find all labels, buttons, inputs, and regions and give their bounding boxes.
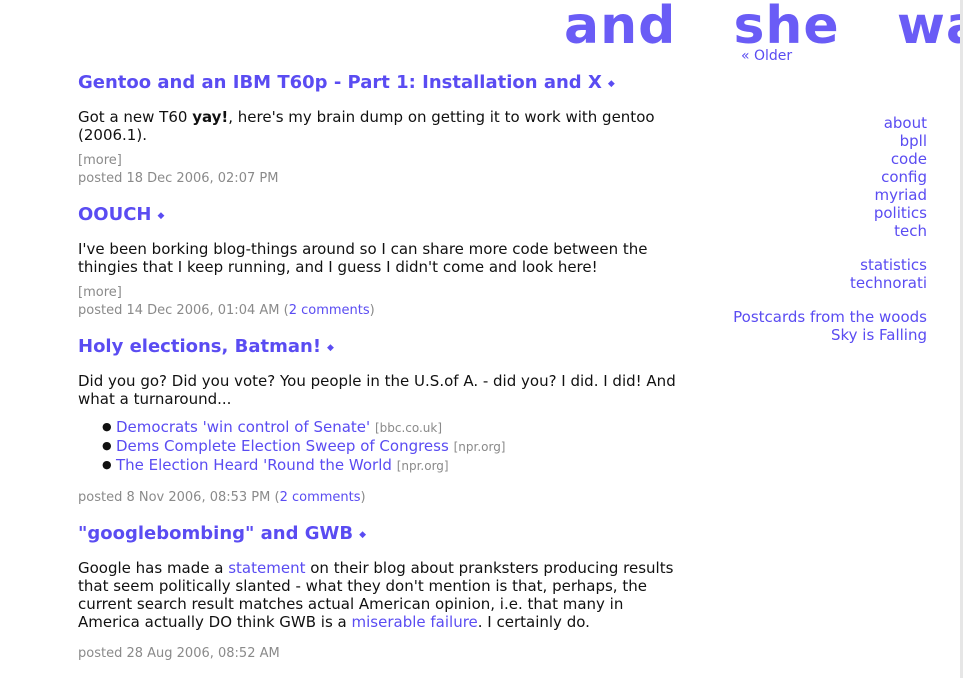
- post-body-text: Google has made a: [78, 559, 229, 577]
- post-meta-close: ): [369, 303, 375, 318]
- sidebar-item-bpll[interactable]: bpll: [733, 132, 927, 150]
- post-body: I've been borking blog-things around so …: [78, 240, 648, 276]
- blogroll-link[interactable]: Postcards from the woods: [733, 308, 927, 326]
- post-meta: posted 8 Nov 2006, 08:53 PM (2 comments): [78, 489, 688, 507]
- permalink-icon[interactable]: ◆: [327, 343, 334, 353]
- sidebar-item-tech[interactable]: tech: [733, 222, 927, 240]
- post: Gentoo and an IBM T60p - Part 1: Install…: [78, 68, 688, 188]
- older-posts-link[interactable]: « Older: [741, 48, 792, 64]
- news-source: [bbc.co.uk]: [374, 421, 443, 435]
- post-date: posted 18 Dec 2006, 02:07 PM: [78, 171, 279, 186]
- post-body: Did you go? Did you vote? You people in …: [78, 372, 676, 408]
- logo-word-was: was: [896, 0, 963, 56]
- more-link[interactable]: [more]: [78, 284, 688, 302]
- sidebar-item-statistics[interactable]: statistics: [733, 256, 927, 274]
- post-body-text: . I certainly do.: [477, 613, 590, 631]
- sidebar-item-code[interactable]: code: [733, 150, 927, 168]
- more-link[interactable]: [more]: [78, 152, 688, 170]
- bullet-icon: ●: [102, 458, 112, 471]
- news-link[interactable]: Dems Complete Election Sweep of Congress: [116, 437, 449, 455]
- post-meta: posted 28 Aug 2006, 08:52 AM: [78, 645, 688, 663]
- post-body-text: Got a new T60: [78, 108, 193, 126]
- sidebar-sections: about bpll code config myriad politics t…: [733, 114, 927, 240]
- post-date: posted 8 Nov 2006, 08:53 PM (: [78, 490, 280, 505]
- sidebar-item-config[interactable]: config: [733, 168, 927, 186]
- post-meta: posted 14 Dec 2006, 01:04 AM (2 comments…: [78, 302, 688, 320]
- miserable-failure-link[interactable]: miserable failure: [352, 613, 478, 631]
- sidebar-item-politics[interactable]: politics: [733, 204, 927, 222]
- list-item: ● Democrats 'win control of Senate' [bbc.…: [102, 418, 688, 437]
- logo-word-and: and: [564, 0, 677, 56]
- post-title-link[interactable]: Gentoo and an IBM T60p - Part 1: Install…: [78, 68, 602, 98]
- post-title-link[interactable]: OOUCH: [78, 200, 152, 230]
- page: and she was « Older Gentoo and an IBM T6…: [0, 0, 963, 678]
- list-item: ● The Election Heard 'Round the World [np…: [102, 456, 688, 475]
- sidebar-item-myriad[interactable]: myriad: [733, 186, 927, 204]
- sidebar-item-about[interactable]: about: [733, 114, 927, 132]
- post-title-link[interactable]: "googlebombing" and GWB: [78, 519, 353, 549]
- permalink-icon[interactable]: ◆: [158, 211, 165, 221]
- comments-link[interactable]: 2 comments: [289, 303, 370, 318]
- post-meta-close: ): [360, 490, 366, 505]
- news-link[interactable]: The Election Heard 'Round the World: [116, 456, 392, 474]
- post-date: posted 14 Dec 2006, 01:04 AM (: [78, 303, 289, 318]
- bullet-icon: ●: [102, 420, 112, 433]
- post-body: Got a new T60 yay!, here's my brain dump…: [78, 108, 688, 144]
- statement-link[interactable]: statement: [228, 559, 305, 577]
- post: "googlebombing" and GWB ◆ Google has made…: [78, 519, 688, 663]
- sidebar: about bpll code config myriad politics t…: [733, 114, 927, 360]
- sidebar-blogroll: Postcards from the woods Sky is Falling: [733, 308, 927, 344]
- news-source: [npr.org]: [453, 440, 506, 454]
- post-body-bold: yay!: [192, 108, 229, 126]
- list-item: ● Dems Complete Election Sweep of Congres…: [102, 437, 688, 456]
- post-list: Gentoo and an IBM T60p - Part 1: Install…: [78, 68, 688, 675]
- permalink-icon[interactable]: ◆: [359, 530, 366, 540]
- news-link[interactable]: Democrats 'win control of Senate': [116, 418, 370, 436]
- blogroll-link[interactable]: Sky is Falling: [733, 326, 927, 344]
- bullet-icon: ●: [102, 439, 112, 452]
- sidebar-stats: statistics technorati: [733, 256, 927, 292]
- post-title-link[interactable]: Holy elections, Batman!: [78, 332, 321, 362]
- comments-link[interactable]: 2 comments: [280, 490, 361, 505]
- sidebar-item-technorati[interactable]: technorati: [733, 274, 927, 292]
- post-date: posted 28 Aug 2006, 08:52 AM: [78, 646, 280, 661]
- news-link-list: ● Democrats 'win control of Senate' [bbc.…: [78, 418, 688, 475]
- post: Holy elections, Batman! ◆ Did you go? Did…: [78, 332, 688, 507]
- news-source: [npr.org]: [396, 459, 449, 473]
- permalink-icon[interactable]: ◆: [608, 79, 615, 89]
- post-body: Google has made a statement on their blo…: [78, 559, 688, 631]
- post-meta: posted 18 Dec 2006, 02:07 PM: [78, 170, 688, 188]
- post: OOUCH ◆ I've been borking blog-things aro…: [78, 200, 688, 320]
